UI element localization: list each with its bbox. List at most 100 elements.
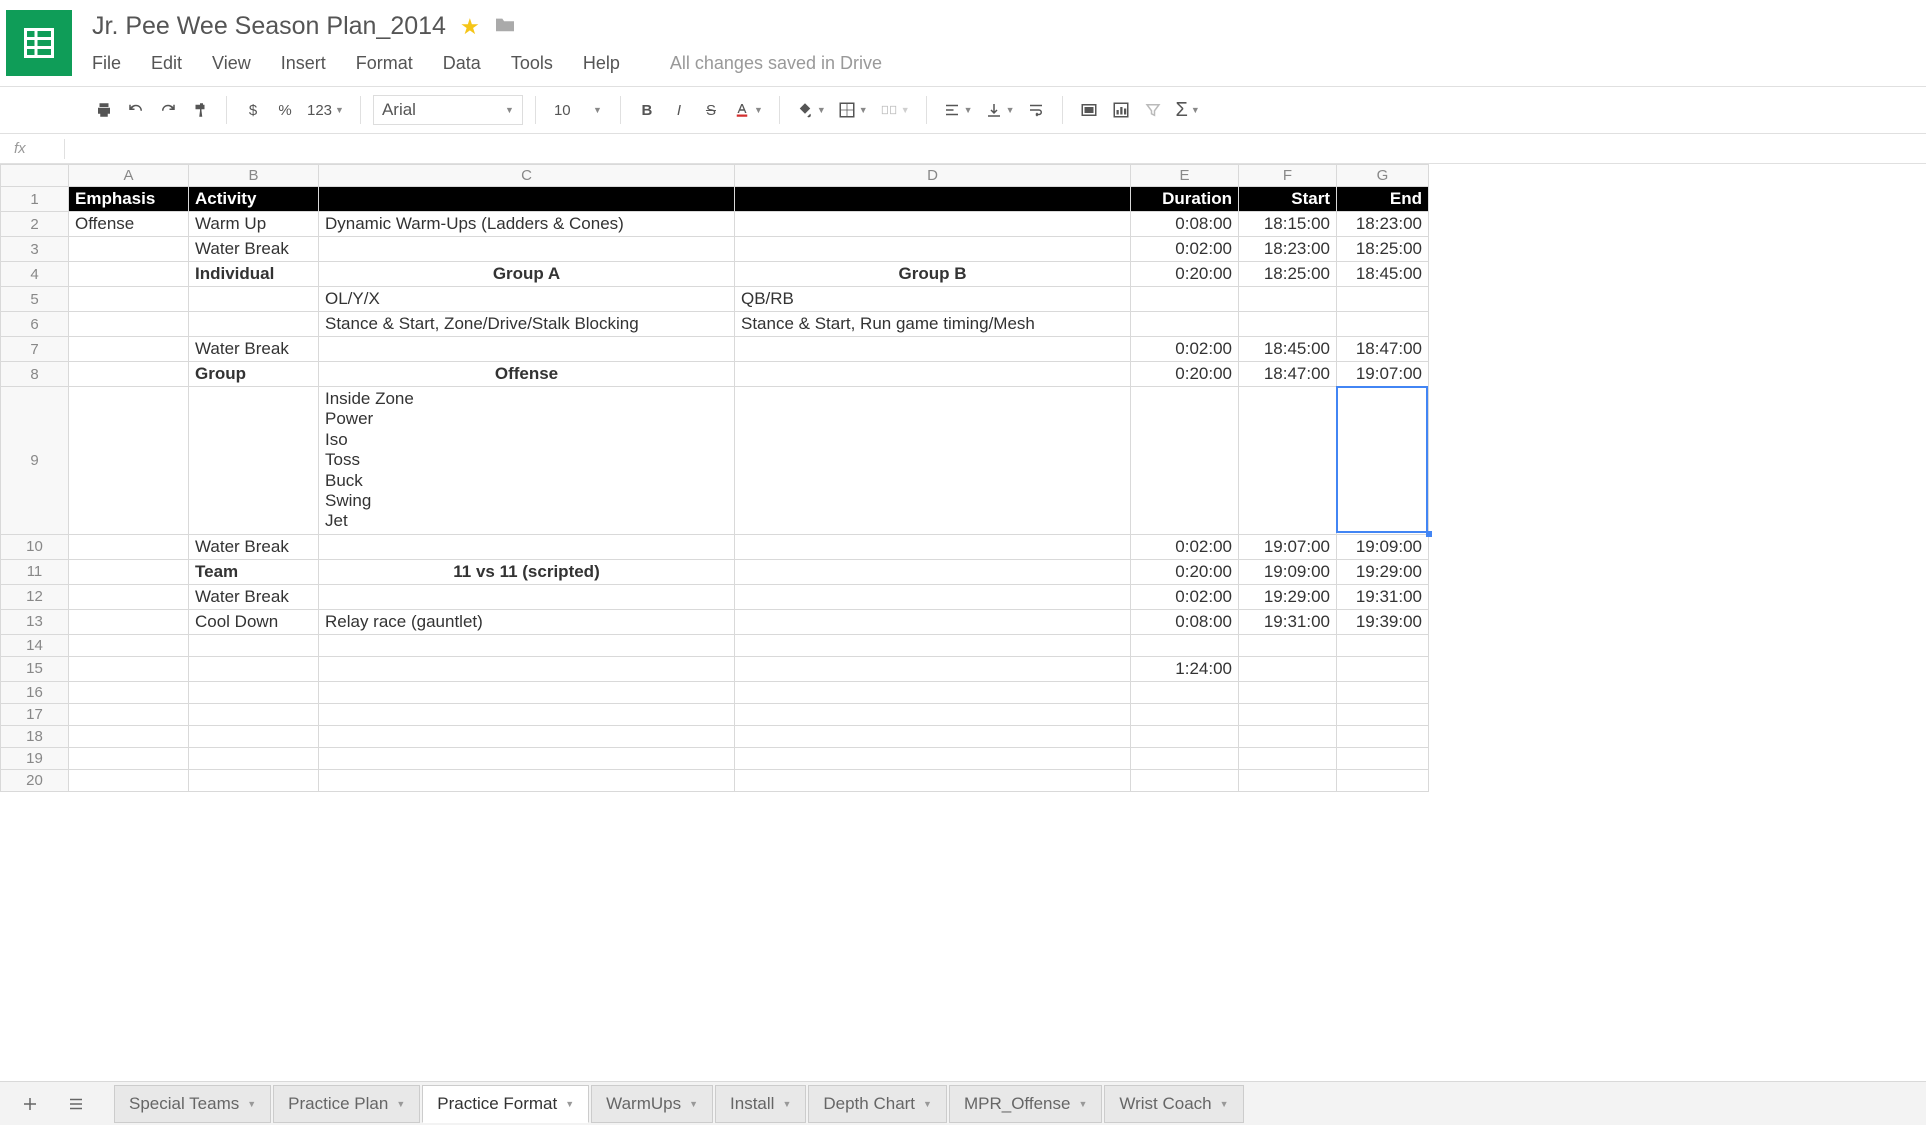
cell-B1[interactable]: Activity xyxy=(189,187,319,212)
cell-F11[interactable]: 19:09:00 xyxy=(1239,559,1337,584)
cell-A1[interactable]: Emphasis xyxy=(69,187,189,212)
cell-F20[interactable] xyxy=(1239,769,1337,791)
cell-C20[interactable] xyxy=(319,769,735,791)
h-align-button[interactable]: ▼ xyxy=(939,95,977,125)
cell-G6[interactable] xyxy=(1337,312,1429,337)
cell-B5[interactable] xyxy=(189,287,319,312)
cell-G7[interactable]: 18:47:00 xyxy=(1337,337,1429,362)
cell-F2[interactable]: 18:15:00 xyxy=(1239,212,1337,237)
row-header[interactable]: 15 xyxy=(1,656,69,681)
cell-D14[interactable] xyxy=(735,634,1131,656)
cell-F19[interactable] xyxy=(1239,747,1337,769)
cell-D7[interactable] xyxy=(735,337,1131,362)
cell-E2[interactable]: 0:08:00 xyxy=(1131,212,1239,237)
formula-input[interactable] xyxy=(65,134,1926,163)
cell-B11[interactable]: Team xyxy=(189,559,319,584)
sheet-tab[interactable]: Wrist Coach▼ xyxy=(1104,1085,1243,1123)
cell-C1[interactable] xyxy=(319,187,735,212)
font-select[interactable]: Arial▼ xyxy=(373,95,523,125)
row-header[interactable]: 10 xyxy=(1,534,69,559)
cell-A11[interactable] xyxy=(69,559,189,584)
row-header[interactable]: 2 xyxy=(1,212,69,237)
row-header[interactable]: 11 xyxy=(1,559,69,584)
sheet-tab[interactable]: Special Teams▼ xyxy=(114,1085,271,1123)
cell-C5[interactable]: OL/Y/X xyxy=(319,287,735,312)
doc-title[interactable]: Jr. Pee Wee Season Plan_2014 xyxy=(92,12,446,41)
text-wrap-button[interactable] xyxy=(1022,95,1050,125)
cell-F8[interactable]: 18:47:00 xyxy=(1239,362,1337,387)
cell-A12[interactable] xyxy=(69,584,189,609)
insert-chart-button[interactable] xyxy=(1107,95,1135,125)
v-align-button[interactable]: ▼ xyxy=(981,95,1019,125)
cell-E13[interactable]: 0:08:00 xyxy=(1131,609,1239,634)
cell-A10[interactable] xyxy=(69,534,189,559)
cell-C18[interactable] xyxy=(319,725,735,747)
cell-A17[interactable] xyxy=(69,703,189,725)
cell-C13[interactable]: Relay race (gauntlet) xyxy=(319,609,735,634)
col-header-D[interactable]: D xyxy=(735,165,1131,187)
cell-C16[interactable] xyxy=(319,681,735,703)
cell-C11[interactable]: 11 vs 11 (scripted) xyxy=(319,559,735,584)
cell-F12[interactable]: 19:29:00 xyxy=(1239,584,1337,609)
cell-C10[interactable] xyxy=(319,534,735,559)
cell-G15[interactable] xyxy=(1337,656,1429,681)
sheets-logo[interactable] xyxy=(6,10,72,76)
cell-D16[interactable] xyxy=(735,681,1131,703)
cell-A16[interactable] xyxy=(69,681,189,703)
cell-D19[interactable] xyxy=(735,747,1131,769)
col-header-C[interactable]: C xyxy=(319,165,735,187)
menu-help[interactable]: Help xyxy=(583,53,620,74)
cell-B2[interactable]: Warm Up xyxy=(189,212,319,237)
cell-C12[interactable] xyxy=(319,584,735,609)
cell-D6[interactable]: Stance & Start, Run game timing/Mesh xyxy=(735,312,1131,337)
cell-E1[interactable]: Duration xyxy=(1131,187,1239,212)
cell-D18[interactable] xyxy=(735,725,1131,747)
cell-F6[interactable] xyxy=(1239,312,1337,337)
cell-F17[interactable] xyxy=(1239,703,1337,725)
cell-D12[interactable] xyxy=(735,584,1131,609)
selection-handle[interactable] xyxy=(1426,531,1432,537)
cell-E9[interactable] xyxy=(1131,387,1239,535)
cell-C4[interactable]: Group A xyxy=(319,262,735,287)
cell-B4[interactable]: Individual xyxy=(189,262,319,287)
cell-G13[interactable]: 19:39:00 xyxy=(1337,609,1429,634)
cell-E11[interactable]: 0:20:00 xyxy=(1131,559,1239,584)
cell-D2[interactable] xyxy=(735,212,1131,237)
cell-C6[interactable]: Stance & Start, Zone/Drive/Stalk Blockin… xyxy=(319,312,735,337)
row-header[interactable]: 9 xyxy=(1,387,69,535)
cell-D13[interactable] xyxy=(735,609,1131,634)
cell-C2[interactable]: Dynamic Warm-Ups (Ladders & Cones) xyxy=(319,212,735,237)
row-header[interactable]: 7 xyxy=(1,337,69,362)
cell-B20[interactable] xyxy=(189,769,319,791)
cell-G1[interactable]: End xyxy=(1337,187,1429,212)
tab-menu-caret-icon[interactable]: ▼ xyxy=(923,1099,932,1109)
cell-B12[interactable]: Water Break xyxy=(189,584,319,609)
cell-D17[interactable] xyxy=(735,703,1131,725)
cell-A13[interactable] xyxy=(69,609,189,634)
cell-G18[interactable] xyxy=(1337,725,1429,747)
cell-D8[interactable] xyxy=(735,362,1131,387)
cell-G9[interactable] xyxy=(1337,387,1429,535)
tab-menu-caret-icon[interactable]: ▼ xyxy=(782,1099,791,1109)
paint-format-icon[interactable] xyxy=(186,95,214,125)
cell-A4[interactable] xyxy=(69,262,189,287)
folder-icon[interactable] xyxy=(494,15,516,39)
cell-G11[interactable]: 19:29:00 xyxy=(1337,559,1429,584)
col-header-A[interactable]: A xyxy=(69,165,189,187)
italic-button[interactable]: I xyxy=(665,95,693,125)
cell-E20[interactable] xyxy=(1131,769,1239,791)
menu-edit[interactable]: Edit xyxy=(151,53,182,74)
cell-E19[interactable] xyxy=(1131,747,1239,769)
cell-E5[interactable] xyxy=(1131,287,1239,312)
cell-E18[interactable] xyxy=(1131,725,1239,747)
cell-E17[interactable] xyxy=(1131,703,1239,725)
cell-G5[interactable] xyxy=(1337,287,1429,312)
all-sheets-button[interactable] xyxy=(58,1089,94,1119)
cell-F5[interactable] xyxy=(1239,287,1337,312)
tab-menu-caret-icon[interactable]: ▼ xyxy=(565,1099,574,1109)
cell-A8[interactable] xyxy=(69,362,189,387)
cell-F10[interactable]: 19:07:00 xyxy=(1239,534,1337,559)
cell-F9[interactable] xyxy=(1239,387,1337,535)
row-header[interactable]: 1 xyxy=(1,187,69,212)
row-header[interactable]: 17 xyxy=(1,703,69,725)
